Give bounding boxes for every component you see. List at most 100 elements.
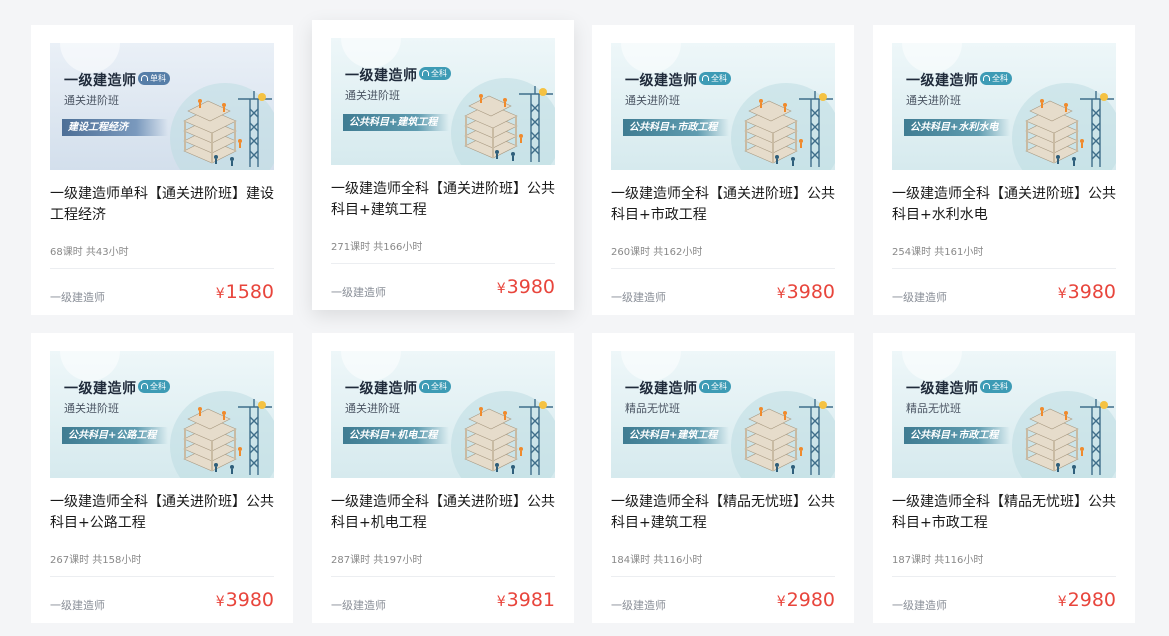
course-title[interactable]: 一级建造师全科【通关进阶班】公共科目+公路工程	[50, 492, 276, 534]
course-price: ¥3980	[497, 276, 555, 298]
price-value: 3980	[1067, 281, 1116, 303]
course-card[interactable]: 一级建造师 全科 精品无忧班 公共科目+市政工程 一级建造师全科【精品无忧班】公…	[873, 333, 1135, 623]
construction-building-icon	[744, 399, 833, 475]
card-divider	[50, 576, 274, 577]
price-value: 3981	[506, 589, 555, 611]
course-thumbnail[interactable]: 一级建造师 全科 通关进阶班 公共科目+市政工程	[611, 43, 835, 170]
course-thumbnail[interactable]: 一级建造师 全科 通关进阶班 公共科目+公路工程	[50, 351, 274, 478]
construction-building-icon	[183, 91, 272, 167]
thumbnail-brand: 一级建造师	[906, 73, 979, 89]
course-hours: 287课时 共197小时	[331, 555, 423, 566]
course-category: 一级建造师	[892, 291, 947, 304]
course-price: ¥2980	[777, 589, 835, 611]
construction-building-icon	[744, 91, 833, 167]
course-title[interactable]: 一级建造师全科【通关进阶班】公共科目+机电工程	[331, 492, 557, 534]
decorative-circle	[621, 43, 681, 73]
subject-tag: 全科	[419, 380, 451, 393]
currency-symbol: ¥	[776, 286, 786, 302]
course-title[interactable]: 一级建造师单科【通关进阶班】建设工程经济	[50, 184, 276, 226]
course-card[interactable]: 一级建造师 全科 通关进阶班 公共科目+水利水电 一级建造师全科【通关进阶班】公…	[873, 25, 1135, 315]
subject-tag: 全科	[980, 72, 1012, 85]
subject-tag: 全科	[419, 67, 451, 80]
decorative-circle	[341, 351, 401, 381]
course-price: ¥3980	[777, 281, 835, 303]
course-thumbnail[interactable]: 一级建造师 单科 通关进阶班 建设工程经济	[50, 43, 274, 170]
subject-tag: 单科	[138, 72, 170, 85]
thumbnail-banner: 公共科目+公路工程	[62, 427, 168, 444]
decorative-circle	[621, 351, 681, 381]
course-category: 一级建造师	[331, 599, 386, 612]
thumbnail-banner: 公共科目+建筑工程	[623, 427, 729, 444]
course-thumbnail[interactable]: 一级建造师 全科 通关进阶班 公共科目+建筑工程	[331, 38, 555, 165]
course-card[interactable]: 一级建造师 全科 通关进阶班 公共科目+建筑工程 一级建造师全科【通关进阶班】公…	[312, 20, 574, 310]
course-category: 一级建造师	[611, 291, 666, 304]
course-hours: 68课时 共43小时	[50, 247, 129, 258]
course-hours: 254课时 共161小时	[892, 247, 984, 258]
subject-tag: 全科	[699, 72, 731, 85]
subject-tag-label: 全科	[150, 382, 166, 391]
course-title[interactable]: 一级建造师全科【精品无忧班】公共科目+建筑工程	[611, 492, 837, 534]
subject-tag: 全科	[980, 380, 1012, 393]
course-thumbnail[interactable]: 一级建造师 全科 通关进阶班 公共科目+机电工程	[331, 351, 555, 478]
decorative-circle	[902, 351, 962, 381]
course-title[interactable]: 一级建造师全科【通关进阶班】公共科目+建筑工程	[331, 179, 557, 221]
thumbnail-banner: 公共科目+市政工程	[904, 427, 1010, 444]
subject-tag-label: 单科	[150, 74, 166, 83]
thumbnail-brand: 一级建造师	[625, 73, 698, 89]
subject-tag-label: 全科	[992, 74, 1008, 83]
headphone-icon	[983, 75, 990, 81]
thumbnail-banner: 公共科目+机电工程	[343, 427, 449, 444]
course-category: 一级建造师	[50, 599, 105, 612]
course-category: 一级建造师	[50, 291, 105, 304]
subject-tag: 全科	[138, 380, 170, 393]
price-value: 3980	[786, 281, 835, 303]
course-card[interactable]: 一级建造师 全科 通关进阶班 公共科目+市政工程 一级建造师全科【通关进阶班】公…	[592, 25, 854, 315]
thumbnail-brand: 一级建造师	[64, 381, 137, 397]
card-divider	[50, 268, 274, 269]
thumbnail-level: 通关进阶班	[625, 94, 680, 107]
course-price: ¥1580	[216, 281, 274, 303]
thumbnail-level: 精品无忧班	[625, 402, 680, 415]
thumbnail-level: 通关进阶班	[64, 94, 119, 107]
headphone-icon	[141, 75, 148, 81]
currency-symbol: ¥	[215, 286, 225, 302]
course-card[interactable]: 一级建造师 全科 通关进阶班 公共科目+公路工程 一级建造师全科【通关进阶班】公…	[31, 333, 293, 623]
currency-symbol: ¥	[215, 594, 225, 610]
course-price: ¥3981	[497, 589, 555, 611]
card-divider	[892, 268, 1116, 269]
thumbnail-brand: 一级建造师	[64, 73, 137, 89]
currency-symbol: ¥	[776, 594, 786, 610]
course-hours: 267课时 共158小时	[50, 555, 142, 566]
thumbnail-brand: 一级建造师	[906, 381, 979, 397]
construction-building-icon	[464, 86, 553, 162]
course-price: ¥2980	[1058, 589, 1116, 611]
course-card[interactable]: 一级建造师 单科 通关进阶班 建设工程经济 一级建造师单科【通关进阶班】建设工程…	[31, 25, 293, 315]
course-thumbnail[interactable]: 一级建造师 全科 通关进阶班 公共科目+水利水电	[892, 43, 1116, 170]
course-category: 一级建造师	[331, 286, 386, 299]
course-thumbnail[interactable]: 一级建造师 全科 精品无忧班 公共科目+市政工程	[892, 351, 1116, 478]
course-title[interactable]: 一级建造师全科【通关进阶班】公共科目+市政工程	[611, 184, 837, 226]
decorative-circle	[341, 38, 401, 68]
card-divider	[331, 576, 555, 577]
currency-symbol: ¥	[1057, 594, 1067, 610]
course-card[interactable]: 一级建造师 全科 通关进阶班 公共科目+机电工程 一级建造师全科【通关进阶班】公…	[312, 333, 574, 623]
construction-building-icon	[1025, 91, 1114, 167]
course-thumbnail[interactable]: 一级建造师 全科 精品无忧班 公共科目+建筑工程	[611, 351, 835, 478]
subject-tag: 全科	[699, 380, 731, 393]
thumbnail-banner: 公共科目+水利水电	[904, 119, 1010, 136]
thumbnail-level: 精品无忧班	[906, 402, 961, 415]
subject-tag-label: 全科	[711, 382, 727, 391]
subject-tag-label: 全科	[711, 74, 727, 83]
subject-tag-label: 全科	[431, 382, 447, 391]
price-value: 3980	[506, 276, 555, 298]
currency-symbol: ¥	[496, 594, 506, 610]
card-divider	[892, 576, 1116, 577]
course-title[interactable]: 一级建造师全科【精品无忧班】公共科目+市政工程	[892, 492, 1118, 534]
thumbnail-level: 通关进阶班	[64, 402, 119, 415]
course-hours: 184课时 共116小时	[611, 555, 703, 566]
currency-symbol: ¥	[496, 281, 506, 297]
headphone-icon	[422, 70, 429, 76]
course-card[interactable]: 一级建造师 全科 精品无忧班 公共科目+建筑工程 一级建造师全科【精品无忧班】公…	[592, 333, 854, 623]
card-divider	[611, 576, 835, 577]
course-title[interactable]: 一级建造师全科【通关进阶班】公共科目+水利水电	[892, 184, 1118, 226]
